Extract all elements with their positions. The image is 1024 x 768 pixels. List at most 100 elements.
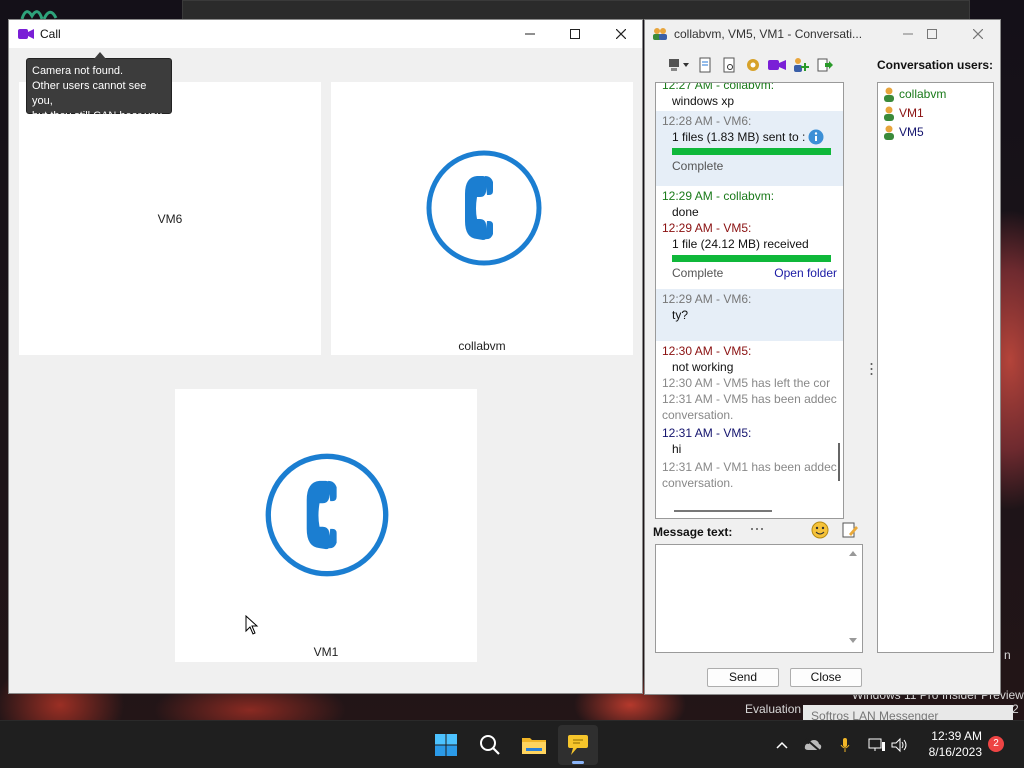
show-hidden-icons-button[interactable] <box>773 737 791 753</box>
tooltip-line-1: Camera not found. <box>32 65 124 77</box>
phone-icon <box>265 453 389 577</box>
transfer-status: Complete Open folder <box>662 265 837 281</box>
call-window: Call VM6 collabvm VM1 Camera not found. … <box>8 19 643 694</box>
user-item-vm1[interactable]: VM1 <box>882 104 989 123</box>
conversation-titlebar[interactable]: collabvm, VM5, VM1 - Conversati... <box>645 20 1000 48</box>
send-options-button[interactable] <box>665 55 693 75</box>
scroll-up-arrow-icon[interactable] <box>848 549 858 557</box>
message-header: 12:28 AM - VM6: <box>662 114 752 128</box>
file-sent-text: 1 files (1.83 MB) sent to : <box>672 130 806 144</box>
network-button[interactable] <box>868 737 886 753</box>
message-block: 12:29 AM - collabvm: done 12:29 AM - VM5… <box>656 186 843 289</box>
emoticon-button[interactable] <box>811 521 831 541</box>
desktop-logo-icon <box>20 10 58 20</box>
message-block: 12:31 AM - VM5: hi <box>656 423 843 459</box>
close-button[interactable]: Close <box>790 668 862 687</box>
call-window-title: Call <box>40 27 61 41</box>
network-icon <box>868 738 885 751</box>
system-clock[interactable]: 12:39 AM 8/16/2023 <box>922 728 982 760</box>
send-folder-button[interactable] <box>717 55 741 75</box>
horizontal-splitter[interactable] <box>750 520 764 530</box>
volume-button[interactable] <box>891 737 909 753</box>
conv-close-button[interactable] <box>955 20 1001 48</box>
transfer-progress-bar <box>672 255 831 262</box>
format-text-button[interactable] <box>841 521 861 541</box>
system-message: 12:31 AM - VM1 has been addec <box>662 460 837 474</box>
video-call-button[interactable] <box>765 55 789 75</box>
vertical-splitter[interactable] <box>870 362 873 376</box>
message-header: 12:29 AM - VM5: <box>662 221 752 235</box>
clock-time: 12:39 AM <box>931 729 982 743</box>
gear-icon <box>747 59 759 71</box>
send-button[interactable]: Send <box>707 668 779 687</box>
edit-document-icon <box>842 522 858 538</box>
onedrive-button[interactable] <box>804 737 822 753</box>
chat-vertical-scrollbar[interactable] <box>838 443 840 481</box>
message-block: 12:29 AM - VM6: ty? <box>656 289 843 341</box>
watermark-line3: 2 <box>1012 702 1019 716</box>
video-camera-icon <box>768 60 786 70</box>
close-window-button[interactable] <box>598 20 644 48</box>
conversation-title: collabvm, VM5, VM1 - Conversati... <box>674 27 863 41</box>
notification-badge[interactable]: 2 <box>988 736 1004 752</box>
background-window <box>182 0 970 20</box>
tooltip-line-2: Other users cannot see you, <box>32 80 147 107</box>
message-text: hi <box>672 442 682 456</box>
message-text: not working <box>672 360 734 374</box>
desktop-side-text: n <box>1004 648 1011 662</box>
start-button[interactable] <box>426 725 466 765</box>
speaker-icon <box>891 737 907 753</box>
cloud-off-icon <box>804 738 822 752</box>
conv-maximize-button[interactable] <box>909 20 955 48</box>
document-icon <box>699 57 711 73</box>
video-tile-vm1[interactable]: VM1 <box>175 389 477 662</box>
scroll-down-arrow-icon[interactable] <box>848 637 858 645</box>
open-folder-link[interactable]: Open folder <box>774 265 837 281</box>
minimize-icon <box>525 33 535 35</box>
splitter-grip-icon <box>751 528 763 530</box>
info-icon[interactable] <box>808 129 824 145</box>
transfer-status-text: Complete <box>672 159 724 173</box>
message-input[interactable] <box>655 544 863 653</box>
tile-name-collabvm: collabvm <box>458 339 506 353</box>
maximize-icon <box>570 29 580 39</box>
system-message: conversation. <box>662 476 734 490</box>
mouse-cursor-icon <box>245 615 259 635</box>
message-block: 12:30 AM - VM5: not working <box>656 341 843 375</box>
minimize-button[interactable] <box>507 20 553 48</box>
transfer-status: Complete <box>662 158 837 174</box>
transfer-status-text: Complete <box>672 266 724 280</box>
maximize-icon <box>927 29 937 39</box>
add-users-icon <box>794 58 809 72</box>
user-item-collabvm[interactable]: collabvm <box>882 85 989 104</box>
message-text: done <box>672 205 699 219</box>
conversation-users-list[interactable]: collabvm VM1 VM5 <box>877 82 994 653</box>
video-tile-collabvm[interactable]: collabvm <box>331 82 633 355</box>
leave-conversation-button[interactable] <box>813 55 837 75</box>
messenger-taskbar-button[interactable] <box>558 725 598 765</box>
message-text-label: Message text: <box>653 525 733 539</box>
exit-icon <box>817 58 833 72</box>
messenger-icon <box>568 735 588 755</box>
chat-horizontal-scrollbar[interactable] <box>674 510 772 512</box>
message-header: 12:31 AM - VM5: <box>662 426 752 440</box>
send-file-button[interactable] <box>693 55 717 75</box>
add-users-button[interactable] <box>789 55 813 75</box>
tooltip-line-3: but they still CAN hear you. <box>32 110 166 122</box>
message-text: 1 file (24.12 MB) received <box>672 237 809 251</box>
chat-history[interactable]: 12:27 AM - collabvm: windows xp 12:28 AM… <box>655 82 844 519</box>
settings-button[interactable] <box>741 55 765 75</box>
file-explorer-button[interactable] <box>514 725 554 765</box>
search-button[interactable] <box>470 725 510 765</box>
microphone-button[interactable] <box>836 737 854 753</box>
call-titlebar[interactable]: Call <box>9 20 642 48</box>
user-item-vm5[interactable]: VM5 <box>882 123 989 142</box>
document-search-icon <box>723 57 735 73</box>
tile-name-vm1: VM1 <box>313 645 339 659</box>
tile-name-vm6: VM6 <box>157 212 183 226</box>
maximize-button[interactable] <box>552 20 598 48</box>
user-icon <box>884 87 894 102</box>
message-block-file: 12:28 AM - VM6: 1 files (1.83 MB) sent t… <box>656 111 843 186</box>
users-group-icon <box>653 28 667 40</box>
message-header: 12:30 AM - VM5: <box>662 344 752 358</box>
